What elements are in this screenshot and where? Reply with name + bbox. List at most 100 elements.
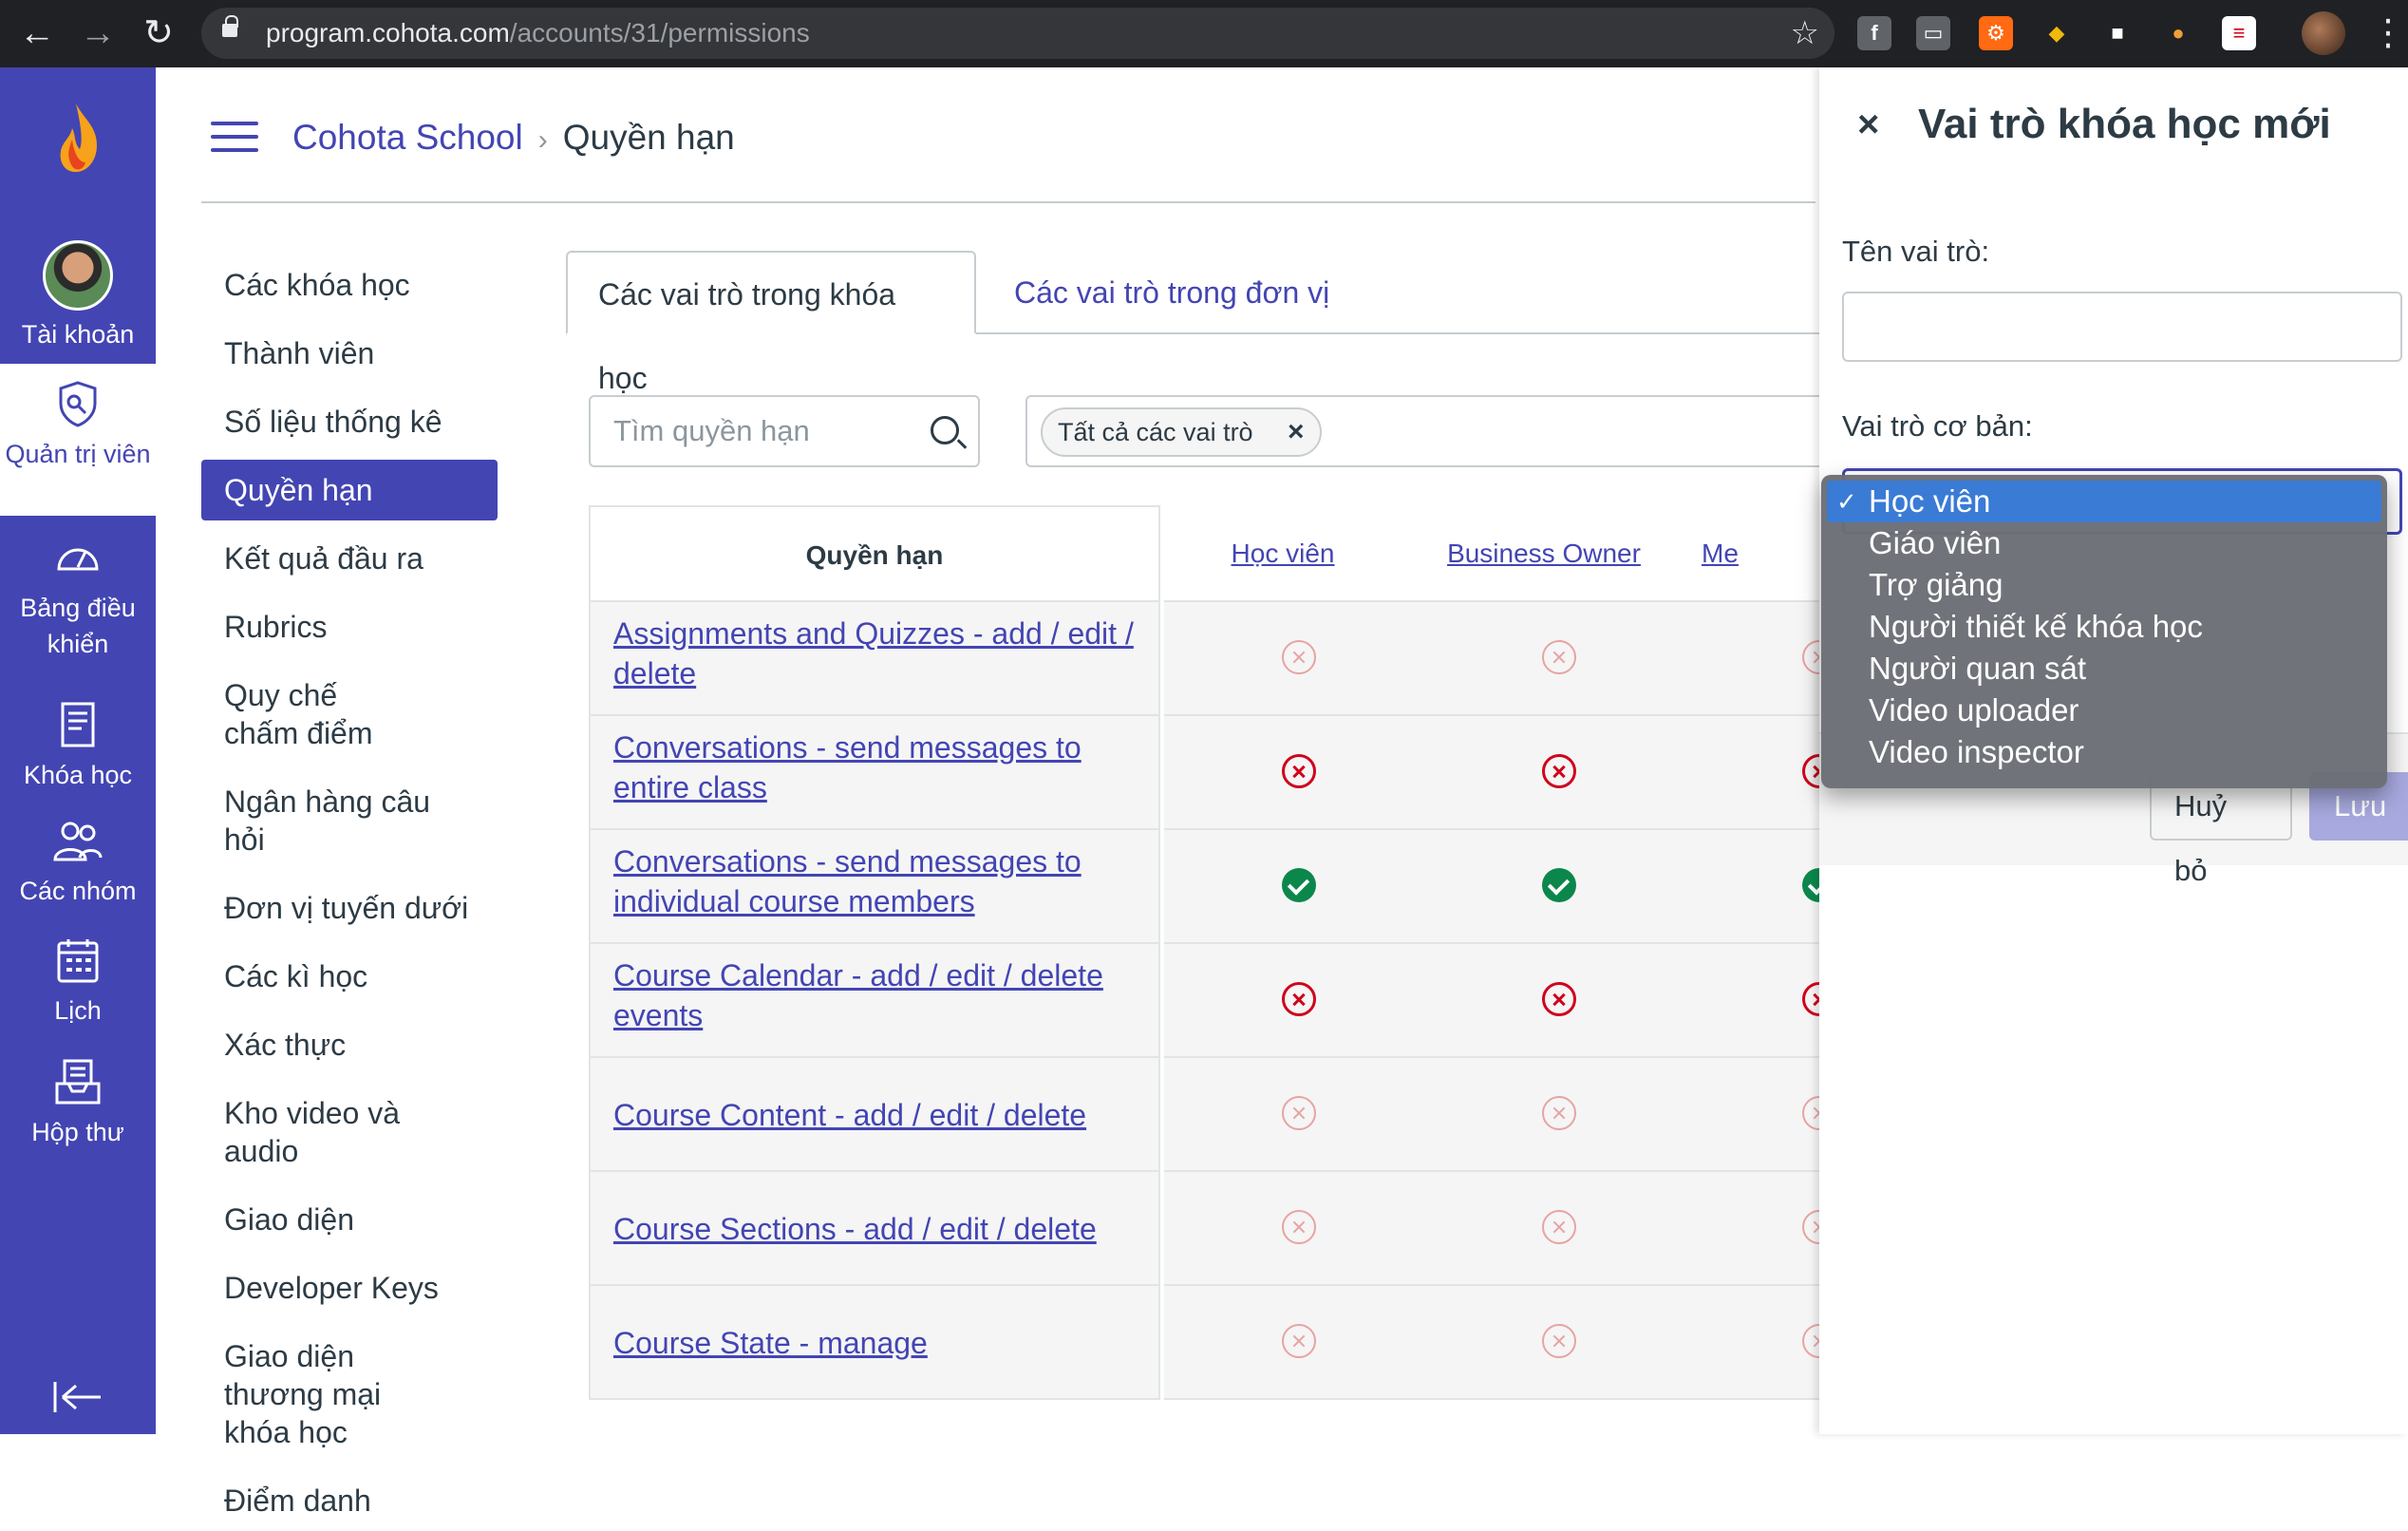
disabled-icon[interactable] (1542, 640, 1576, 674)
global-nav-groups-label: Các nhóm (19, 877, 137, 905)
forward-icon[interactable]: → (74, 9, 122, 57)
table-row: Course Calendar - add / edit / delete ev… (589, 944, 1836, 1058)
disabled-icon[interactable] (1282, 1324, 1316, 1358)
global-nav-dashboard-label: Bảng điều khiển (20, 594, 136, 658)
nav-item-themes[interactable]: Giao diện (201, 1189, 498, 1250)
denied-icon[interactable] (1282, 754, 1316, 788)
global-nav-calendar[interactable]: Lịch (0, 934, 156, 1029)
permission-link[interactable]: Course Content - add / edit / delete (613, 1069, 1136, 1161)
inbox-icon (55, 1059, 101, 1105)
address-bar[interactable]: program.cohota.com/accounts/31/permissio… (201, 8, 1834, 59)
global-nav-inbox[interactable]: Hộp thư (0, 1055, 156, 1150)
collapse-icon[interactable] (51, 1378, 104, 1416)
nav-item-courses[interactable]: Các khóa học (201, 255, 498, 315)
permission-link[interactable]: Course State - manage (613, 1297, 1136, 1389)
nav-item-terms[interactable]: Các kì học (201, 946, 498, 1007)
base-role-option[interactable]: Video uploader (1827, 690, 2381, 731)
close-icon[interactable]: × (1857, 96, 1879, 153)
global-nav-dashboard[interactable]: Bảng điều khiển (0, 531, 156, 662)
role-name-input[interactable] (1842, 292, 2402, 362)
close-icon[interactable]: × (1288, 409, 1305, 455)
global-nav-courses[interactable]: Khóa học (0, 698, 156, 793)
column-header-business-owner[interactable]: Business Owner (1402, 505, 1686, 602)
breadcrumb-root-link[interactable]: Cohota School (292, 118, 523, 157)
disabled-icon[interactable] (1282, 640, 1316, 674)
allowed-check-icon[interactable] (1282, 868, 1316, 902)
nav-item-sub-accounts[interactable]: Đơn vị tuyến dưới (201, 878, 498, 938)
permission-link[interactable]: Conversations - send messages to entire … (613, 728, 1136, 807)
column-header-me[interactable]: Me (1686, 505, 1823, 602)
nav-item-outcomes[interactable]: Kết quả đầu ra (201, 528, 498, 589)
permission-link[interactable]: Assignments and Quizzes - add / edit / d… (613, 614, 1136, 693)
table-row: Course State - manage (589, 1286, 1836, 1400)
denied-icon[interactable] (1282, 982, 1316, 1016)
hamburger-menu-icon[interactable] (211, 122, 258, 156)
allowed-check-icon[interactable] (1542, 868, 1576, 902)
extension-stripes-icon[interactable]: ≡ (2222, 16, 2256, 50)
permissions-table: Quyền hạn Học viên Business Owner Me Ass… (589, 505, 1836, 1400)
global-nav-groups[interactable]: Các nhóm (0, 814, 156, 909)
global-nav-admin[interactable]: Quản trị viên (0, 364, 156, 516)
extension-hubspot-icon[interactable]: ⚙ (1979, 16, 2013, 50)
extension-binance-icon[interactable]: ◆ (2040, 16, 2074, 50)
cohota-logo[interactable] (55, 102, 103, 174)
nav-item-members[interactable]: Thành viên (201, 323, 498, 384)
disabled-icon[interactable] (1282, 1096, 1316, 1130)
global-nav-account-label: Tài khoản (21, 320, 135, 349)
role-cells (1164, 716, 1836, 830)
base-role-option[interactable]: ✓ Học viên (1827, 481, 2381, 522)
disabled-icon[interactable] (1282, 1210, 1316, 1244)
disabled-icon[interactable] (1542, 1324, 1576, 1358)
tab-unit-roles[interactable]: Các vai trò trong đơn vị (984, 251, 1360, 334)
denied-icon[interactable] (1542, 982, 1576, 1016)
role-filter[interactable]: Tất cả các vai trò × (1025, 395, 1823, 467)
nav-item-permissions[interactable]: Quyền hạn (201, 460, 498, 520)
nav-item-question-banks[interactable]: Ngân hàng câu hỏi (201, 771, 498, 870)
permission-link[interactable]: Conversations - send messages to individ… (613, 841, 1136, 921)
permission-cell: Assignments and Quizzes - add / edit / d… (589, 602, 1160, 716)
nav-item-course-storefront[interactable]: Giao diện thương mại khóa học (201, 1326, 477, 1463)
dashboard-icon (57, 548, 99, 571)
disabled-icon[interactable] (1542, 1210, 1576, 1244)
tab-course-roles[interactable]: Các vai trò trong khóa học (566, 251, 976, 395)
shield-icon (59, 381, 97, 427)
back-icon[interactable]: ← (13, 9, 61, 57)
role-filter-chip[interactable]: Tất cả các vai trò × (1041, 407, 1322, 457)
extension-video-icon[interactable]: ■ (2100, 16, 2135, 50)
base-role-option[interactable]: Trợ giảng (1827, 564, 2381, 606)
global-nav-account[interactable]: Tài khoản (0, 240, 156, 358)
denied-icon[interactable] (1542, 754, 1576, 788)
nav-item-statistics[interactable]: Số liệu thống kê (201, 391, 498, 452)
nav-item-developer-keys[interactable]: Developer Keys (201, 1257, 498, 1318)
option-label: Trợ giảng (1869, 567, 2004, 602)
role-cells (1164, 1286, 1836, 1400)
permission-link[interactable]: Course Sections - add / edit / delete (613, 1183, 1136, 1275)
nav-item-authentication[interactable]: Xác thực (201, 1014, 498, 1075)
nav-item-grading-schemes[interactable]: Quy chế chấm điểm (201, 665, 429, 764)
profile-avatar[interactable] (2302, 11, 2345, 55)
reload-icon[interactable]: ↻ (135, 9, 182, 57)
table-row: Course Content - add / edit / delete (589, 1058, 1836, 1172)
permission-link[interactable]: Course Calendar - add / edit / delete ev… (613, 955, 1136, 1035)
bookmark-star-icon[interactable]: ☆ (1791, 8, 1819, 59)
extension-cookie-icon[interactable]: ● (2161, 16, 2195, 50)
extension-facebook-icon[interactable]: f (1857, 16, 1891, 50)
nav-item-media-library[interactable]: Kho video và audio (201, 1083, 498, 1181)
permission-cell: Conversations - send messages to individ… (589, 830, 1160, 944)
browser-toolbar: ← → ↻ program.cohota.com/accounts/31/per… (0, 0, 2408, 67)
extension-screen-icon[interactable]: ▭ (1916, 16, 1950, 50)
nav-item-rubrics[interactable]: Rubrics (201, 596, 498, 657)
option-label: Giáo viên (1869, 525, 2002, 560)
base-role-option[interactable]: Người quan sát (1827, 648, 2381, 690)
nav-item-attendance[interactable]: Điểm danh (201, 1470, 498, 1531)
column-header-student[interactable]: Học viên (1164, 505, 1402, 602)
base-role-option[interactable]: Người thiết kế khóa học (1827, 606, 2381, 648)
permission-search-input[interactable]: Tìm quyền hạn (589, 395, 980, 467)
table-row: Conversations - send messages to entire … (589, 716, 1836, 830)
base-role-option[interactable]: Giáo viên (1827, 522, 2381, 564)
disabled-icon[interactable] (1542, 1096, 1576, 1130)
table-row: Assignments and Quizzes - add / edit / d… (589, 602, 1836, 716)
browser-menu-icon[interactable]: ⋮ (2370, 9, 2406, 57)
role-cells (1164, 602, 1836, 716)
base-role-option[interactable]: Video inspector (1827, 731, 2381, 773)
